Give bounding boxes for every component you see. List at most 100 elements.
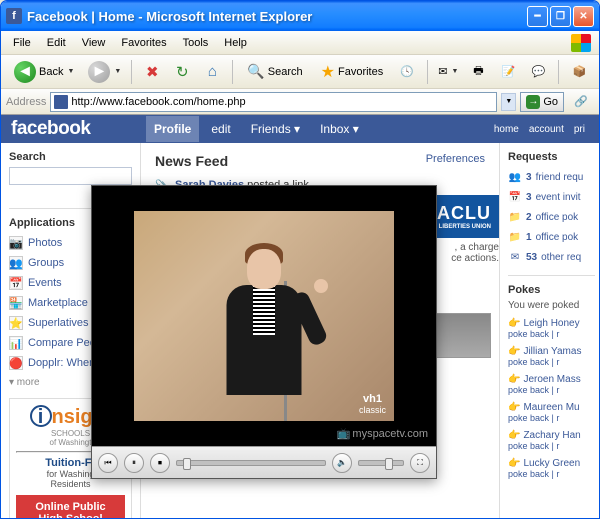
nav-account[interactable]: account [525, 121, 568, 138]
requests-title: Requests [508, 151, 595, 163]
favorites-icon: ★ [321, 62, 335, 82]
dopplr-icon: 🔴 [9, 356, 23, 370]
poke-name[interactable]: Zachary Han [523, 430, 580, 441]
fb-right-sidebar: Requests 👥3 friend requ 📅3 event invit 📁… [499, 143, 599, 518]
search-button[interactable]: 🔍 Search [240, 59, 309, 85]
forward-button[interactable]: ► ▼ [85, 59, 124, 85]
poke-item: 👉Jeroen Masspoke back | r [508, 371, 595, 399]
links-button[interactable]: 🔗 [568, 89, 594, 115]
poke-name[interactable]: Jillian Yamas [523, 346, 581, 357]
history-icon: 🕓 [400, 65, 414, 78]
poke-actions[interactable]: poke back | r [508, 469, 559, 479]
home-button[interactable]: ⌂ [199, 59, 225, 85]
poke-name[interactable]: Jeroen Mass [523, 374, 580, 385]
pause-button[interactable]: ⏸ [124, 453, 144, 473]
friend-icon: 👥 [508, 170, 522, 184]
close-button[interactable]: ✕ [573, 6, 594, 27]
addressbar: Address ▼ → Go 🔗 [1, 89, 599, 115]
stop-button[interactable]: ✖ [139, 59, 165, 85]
thumbnail-1[interactable] [431, 313, 491, 358]
favorites-button[interactable]: ★ Favorites [314, 59, 391, 85]
ad-residents: Residents [16, 479, 125, 489]
vh1-badge: vh1 classic [359, 393, 386, 415]
poke-item: 👉Zachary Hanpoke back | r [508, 427, 595, 455]
page-icon [54, 95, 68, 109]
fb-topbar: facebook Profile edit Friends ▾ Inbox ▾ … [1, 115, 599, 143]
tv-icon: 📺 [337, 427, 351, 440]
back-button[interactable]: ◄ Back ▼ [7, 59, 81, 85]
preferences-link[interactable]: Preferences [426, 153, 485, 169]
requests-list: 👥3 friend requ 📅3 event invit 📁2 office … [508, 167, 595, 267]
poke-icon: 👉 [508, 318, 520, 329]
pokes-title: Pokes [508, 284, 595, 296]
minimize-button[interactable]: ━ [527, 6, 548, 27]
request-event[interactable]: 📅3 event invit [508, 187, 595, 207]
office-icon: 📁 [508, 230, 522, 244]
prev-button[interactable]: ⏮ [98, 453, 118, 473]
seek-thumb[interactable] [183, 458, 191, 470]
nav-privacy[interactable]: pri [570, 121, 589, 138]
nav-home[interactable]: home [490, 121, 523, 138]
myspace-watermark: 📺 myspacetv.com [337, 427, 428, 440]
discuss-button[interactable]: 💬 [525, 59, 551, 85]
poke-name[interactable]: Leigh Honey [523, 318, 579, 329]
address-dropdown[interactable]: ▼ [501, 93, 516, 111]
events-icon: 📅 [9, 276, 23, 290]
nav-edit[interactable]: edit [203, 116, 238, 142]
extra-button[interactable]: 📦 [566, 59, 592, 85]
poke-actions[interactable]: poke back | r [508, 329, 559, 339]
fb-logo[interactable]: facebook [11, 118, 146, 140]
seek-bar[interactable] [176, 460, 326, 466]
mail-button[interactable]: ✉▼ [435, 59, 461, 85]
go-icon: → [526, 95, 540, 109]
volume-bar[interactable] [358, 460, 404, 466]
menu-favorites[interactable]: Favorites [113, 34, 174, 52]
nav-inbox[interactable]: Inbox ▾ [312, 116, 367, 142]
request-friend[interactable]: 👥3 friend requ [508, 167, 595, 187]
request-office-1[interactable]: 📁2 office pok [508, 207, 595, 227]
nav-friends[interactable]: Friends ▾ [243, 116, 308, 142]
fullscreen-button[interactable]: ⛶ [410, 453, 430, 473]
poke-name[interactable]: Lucky Green [523, 458, 580, 469]
newsfeed-title: News Feed [155, 153, 228, 169]
go-button[interactable]: → Go [520, 92, 564, 112]
nav-profile[interactable]: Profile [146, 116, 199, 142]
menubar: File Edit View Favorites Tools Help [1, 31, 599, 55]
edit-button[interactable]: 📝 [495, 59, 521, 85]
separator [232, 60, 233, 84]
search-label: Search [268, 66, 303, 78]
forward-icon: ► [88, 61, 110, 83]
poke-actions[interactable]: poke back | r [508, 413, 559, 423]
print-button[interactable]: 🖶 [465, 59, 491, 85]
menu-tools[interactable]: Tools [175, 34, 217, 52]
menu-help[interactable]: Help [216, 34, 255, 52]
menu-edit[interactable]: Edit [39, 34, 74, 52]
request-office-2[interactable]: 📁1 office pok [508, 227, 595, 247]
poke-name[interactable]: Maureen Mu [523, 402, 579, 413]
video-content[interactable]: vh1 classic 📺 myspacetv.com [92, 186, 436, 446]
favorites-label: Favorites [338, 66, 383, 78]
poke-actions[interactable]: poke back | r [508, 385, 559, 395]
poke-icon: 👉 [508, 346, 520, 357]
divider [508, 275, 595, 276]
refresh-button[interactable]: ↻ [169, 59, 195, 85]
menu-view[interactable]: View [74, 34, 114, 52]
address-input-wrap[interactable] [50, 92, 497, 112]
request-other[interactable]: ✉53 other req [508, 247, 595, 267]
address-input[interactable] [71, 96, 493, 108]
poke-actions[interactable]: poke back | r [508, 441, 559, 451]
volume-button[interactable]: 🔈 [332, 453, 352, 473]
stop-button[interactable]: ⏹ [150, 453, 170, 473]
titlebar[interactable]: f Facebook | Home - Microsoft Internet E… [1, 1, 599, 31]
fb-search-input[interactable] [9, 167, 132, 185]
menu-file[interactable]: File [5, 34, 39, 52]
separator [427, 60, 428, 84]
separator [131, 60, 132, 84]
volume-thumb[interactable] [385, 458, 393, 470]
back-icon: ◄ [14, 61, 36, 83]
poke-item: 👉Lucky Greenpoke back | r [508, 455, 595, 483]
history-button[interactable]: 🕓 [394, 59, 420, 85]
poke-actions[interactable]: poke back | r [508, 357, 559, 367]
video-player[interactable]: vh1 classic 📺 myspacetv.com ⏮ ⏸ ⏹ 🔈 ⛶ [91, 185, 437, 479]
maximize-button[interactable]: ❐ [550, 6, 571, 27]
